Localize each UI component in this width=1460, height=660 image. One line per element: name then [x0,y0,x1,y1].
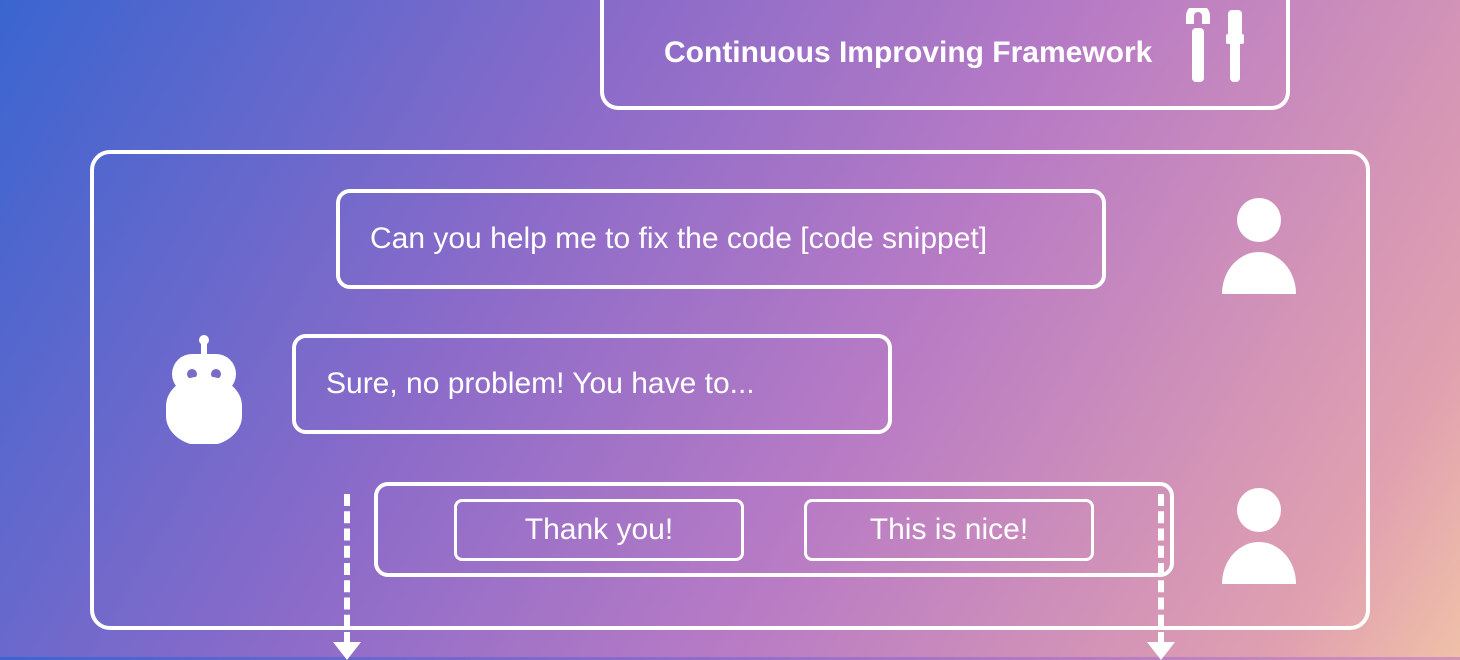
conversation-container: Can you help me to fix the code [code sn… [90,150,1370,630]
user-reply-a-text: Thank you! [525,513,673,547]
bot-message-text: Sure, no problem! You have to... [326,367,755,401]
user-reply-a: Thank you! [454,499,744,561]
user-icon [1214,484,1304,584]
arrow-head-right [1147,642,1175,660]
arrow-down-right [1158,494,1164,644]
user-reply-b: This is nice! [804,499,1094,561]
bot-icon [154,334,254,444]
framework-title: Continuous Improving Framework [664,36,1152,70]
user-message-1-text: Can you help me to fix the code [code sn… [370,222,987,256]
arrow-down-left [344,494,350,644]
user-reply-b-text: This is nice! [870,513,1028,547]
user-icon [1214,194,1304,294]
arrow-head-left [333,642,361,660]
user-message-1: Can you help me to fix the code [code sn… [336,189,1106,289]
tools-icon [1178,8,1258,98]
user-reply-group: Thank you! This is nice! [374,482,1174,577]
framework-box: Continuous Improving Framework [600,0,1290,110]
bot-message: Sure, no problem! You have to... [292,334,892,434]
